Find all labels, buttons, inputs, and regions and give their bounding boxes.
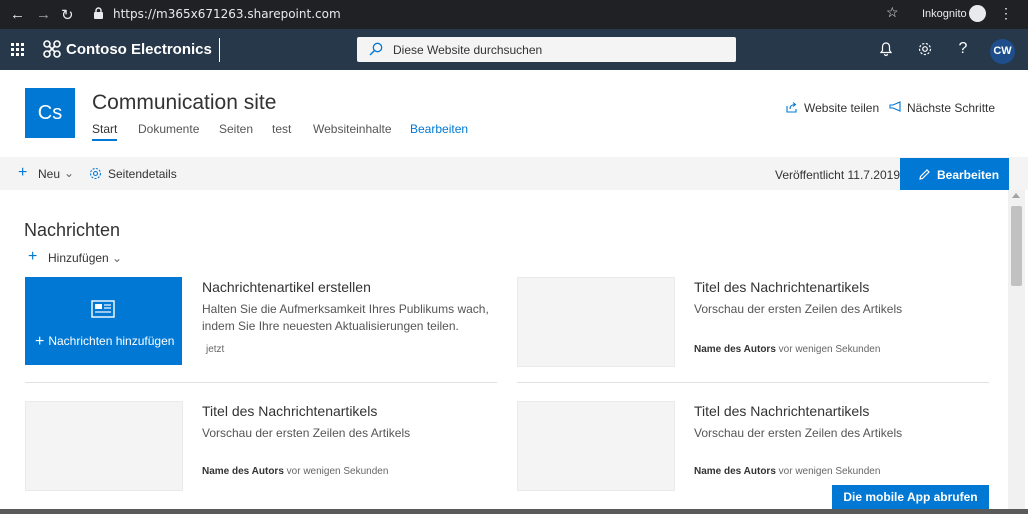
chevron-down-icon: ⌄ (64, 166, 75, 180)
scrollbar-thumb[interactable] (1011, 206, 1022, 286)
megaphone-icon (889, 101, 901, 112)
get-mobile-app-button[interactable]: Die mobile App abrufen (832, 485, 989, 510)
page-details-label: Seitendetails (108, 167, 177, 181)
notifications-bell-icon[interactable] (878, 41, 894, 57)
app-launcher-icon[interactable] (11, 43, 25, 57)
edit-page-label: Bearbeiten (937, 168, 1000, 182)
chevron-down-icon: ⌄ (112, 251, 123, 265)
news-item-meta: Name des Autors vor wenigen Sekunden (694, 466, 880, 477)
brand-divider (219, 38, 220, 62)
address-bar[interactable]: https://m365x671263.sharepoint.com (86, 3, 906, 26)
nav-item-start[interactable]: Start (92, 122, 118, 141)
site-title[interactable]: Communication site (92, 91, 276, 115)
news-item-title[interactable]: Nachrichtenartikel erstellen (202, 279, 371, 295)
news-section-title: Nachrichten (24, 220, 121, 240)
plus-icon: + (18, 164, 28, 181)
nav-item-websiteinhalte[interactable]: Websiteinhalte (313, 122, 392, 136)
news-item-description: Vorschau der ersten Zeilen des Artikels (202, 426, 411, 440)
brand-name[interactable]: Contoso Electronics (66, 41, 212, 58)
news-item-thumbnail[interactable] (517, 277, 675, 367)
add-news-label: Hinzufügen (48, 251, 109, 265)
add-news-tile[interactable]: + Nachrichten hinzufügen (25, 277, 182, 365)
news-divider (25, 382, 497, 383)
news-item-time: vor wenigen Sekunden (286, 466, 389, 477)
news-item-meta: Name des Autors vor wenigen Sekunden (694, 344, 880, 355)
site-search-input[interactable]: Diese Website durchsuchen (357, 37, 736, 62)
news-item-title[interactable]: Titel des Nachrichtenartikels (694, 403, 869, 419)
nav-item-seiten[interactable]: Seiten (219, 122, 253, 136)
news-item-author: Name des Autors (694, 344, 776, 355)
share-site-label: Website teilen (804, 101, 880, 115)
lock-icon (94, 7, 103, 19)
add-news-tile-label: + Nachrichten hinzufügen (35, 332, 174, 350)
site-logo[interactable]: Cs (25, 88, 75, 138)
url-text: https://m365x671263.sharepoint.com (113, 7, 341, 21)
news-item-description: Halten Sie die Aufmerksamkeit Ihres Publ… (202, 302, 489, 333)
incognito-icon[interactable] (969, 5, 986, 22)
nav-item-dokumente[interactable]: Dokumente (138, 122, 199, 136)
news-item-thumbnail[interactable] (25, 401, 183, 491)
news-item-thumbnail[interactable] (517, 401, 675, 491)
news-item-title[interactable]: Titel des Nachrichtenartikels (694, 279, 869, 295)
news-item-author: Name des Autors (202, 466, 284, 477)
newspaper-icon (91, 300, 115, 318)
search-placeholder: Diese Website durchsuchen (393, 43, 543, 57)
reload-icon[interactable]: ↻ (61, 6, 74, 24)
news-item-meta: Name des Autors vor wenigen Sekunden (202, 466, 388, 477)
published-status: Veröffentlicht 11.7.2019 (775, 168, 900, 182)
window-bottom-edge (0, 509, 1028, 514)
back-icon[interactable]: ← (10, 6, 25, 23)
gear-icon (89, 167, 102, 180)
suite-bar: Contoso Electronics Diese Website durchs… (0, 29, 1028, 70)
settings-gear-icon[interactable] (917, 41, 933, 57)
add-news-tile-text: Nachrichten hinzufügen (48, 334, 175, 348)
news-item-description: Vorschau der ersten Zeilen des Artikels (694, 426, 903, 440)
news-item-title[interactable]: Titel des Nachrichtenartikels (202, 403, 377, 419)
new-label: Neu (38, 167, 61, 181)
browser-menu-icon[interactable]: ⋮ (999, 5, 1013, 22)
news-item-description: Vorschau der ersten Zeilen des Artikels (694, 302, 903, 316)
browser-chrome: ← → ↻ https://m365x671263.sharepoint.com… (0, 0, 1028, 29)
next-steps-label: Nächste Schritte (907, 101, 996, 115)
contoso-logo-icon (43, 40, 61, 58)
incognito-label: Inkognito (922, 8, 967, 20)
news-item-time: vor wenigen Sekunden (778, 466, 881, 477)
news-divider (517, 382, 989, 383)
nav-item-test[interactable]: test (272, 122, 291, 136)
search-icon (369, 42, 383, 56)
forward-icon[interactable]: → (36, 6, 51, 23)
bookmark-star-icon[interactable]: ☆ (886, 4, 899, 21)
news-item-time: vor wenigen Sekunden (778, 344, 881, 355)
user-avatar[interactable]: CW (990, 39, 1015, 64)
news-item-author: Name des Autors (694, 466, 776, 477)
nav-edit-link[interactable]: Bearbeiten (410, 122, 468, 136)
pencil-icon (919, 169, 930, 180)
share-icon (786, 102, 797, 113)
plus-icon: + (35, 333, 45, 350)
help-icon[interactable]: ? (955, 41, 971, 57)
scroll-up-icon[interactable] (1012, 193, 1020, 198)
edit-page-button[interactable]: Bearbeiten (900, 158, 1009, 190)
plus-icon: + (28, 248, 38, 265)
news-item-time: jetzt (206, 344, 225, 355)
